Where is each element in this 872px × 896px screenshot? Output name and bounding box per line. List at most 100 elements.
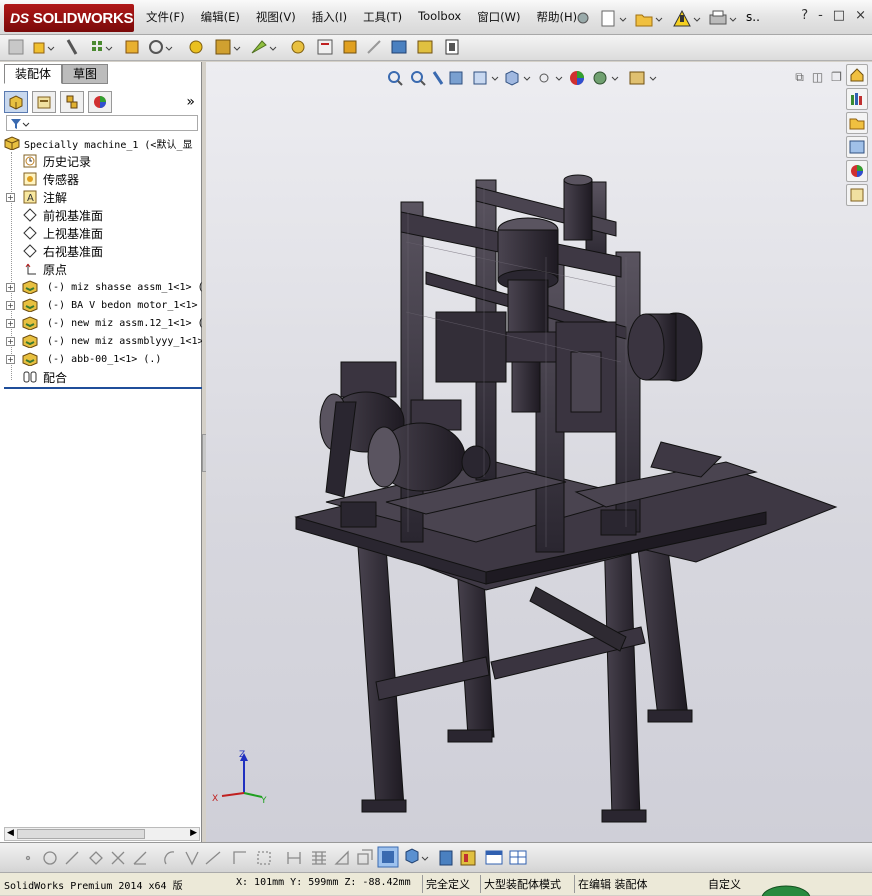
tree-item[interactable]: + (-) new miz assmblyyy_1<1>: [0, 332, 202, 350]
smart-fasteners-icon[interactable]: [125, 40, 139, 54]
view-cube-icon[interactable]: [405, 848, 429, 864]
viewport-four-icon[interactable]: [509, 850, 527, 865]
viewport-single-icon[interactable]: [485, 850, 503, 865]
polygon-icon[interactable]: [89, 851, 103, 865]
new-document-icon[interactable]: [601, 10, 627, 27]
point-icon[interactable]: [25, 855, 31, 861]
feature-manager-tree-icon[interactable]: [4, 91, 28, 113]
clearance-verification-icon[interactable]: [417, 40, 433, 54]
move-component-icon[interactable]: [149, 40, 173, 54]
tree-item[interactable]: + A 注解: [0, 188, 202, 206]
menu-edit[interactable]: 编辑(E): [201, 9, 240, 25]
trim-icon[interactable]: [111, 851, 125, 865]
status-custom[interactable]: 自定义: [708, 876, 741, 892]
instant3d-icon[interactable]: [445, 39, 459, 55]
explode-line-sketch-icon[interactable]: [367, 40, 381, 54]
construction-line-icon[interactable]: [205, 851, 221, 865]
menu-toolbox[interactable]: Toolbox: [418, 9, 461, 25]
show-hidden-icon[interactable]: [189, 40, 203, 54]
assembly-features-icon[interactable]: [215, 39, 241, 55]
configuration-manager-icon[interactable]: [60, 91, 84, 113]
scrollbar-thumb[interactable]: [17, 829, 145, 839]
tree-item[interactable]: 上视基准面: [0, 224, 202, 242]
scroll-right-icon[interactable]: ▶: [190, 828, 197, 838]
linear-pattern-icon[interactable]: [92, 41, 113, 51]
tree-item[interactable]: + (-) miz shasse assm_1<1> (: [0, 278, 202, 296]
scroll-left-icon[interactable]: ◀: [7, 828, 14, 838]
component-preview-icon[interactable]: [460, 850, 476, 866]
display-manager-icon[interactable]: [88, 91, 112, 113]
tree-item[interactable]: 传感器: [0, 170, 202, 188]
view-palette-icon[interactable]: [846, 136, 868, 158]
appearances-scenes-icon[interactable]: [846, 160, 868, 182]
reference-geometry-icon[interactable]: [251, 40, 277, 54]
solidworks-resources-icon[interactable]: [846, 64, 868, 86]
relation-icon[interactable]: [334, 850, 349, 865]
interference-detection-icon[interactable]: [391, 40, 407, 54]
line-icon[interactable]: [65, 851, 79, 865]
tree-item[interactable]: 原点: [0, 260, 202, 278]
horizontal-scrollbar[interactable]: ◀ ▶: [4, 827, 200, 841]
tree-item[interactable]: 配合: [0, 368, 202, 386]
solidworks-logo[interactable]: DS SOLIDWORKS: [4, 4, 134, 32]
rebuild-warning-icon[interactable]: [673, 9, 701, 27]
mate-icon[interactable]: [66, 39, 78, 55]
large-assembly-icon[interactable]: [439, 850, 453, 866]
open-folder-icon[interactable]: [635, 14, 663, 27]
menu-window[interactable]: 窗口(W): [477, 9, 520, 25]
rollback-bar[interactable]: [4, 387, 202, 389]
expand-tabs-icon[interactable]: »: [186, 94, 195, 110]
help-icon[interactable]: ?: [801, 8, 808, 23]
design-library-icon[interactable]: [846, 88, 868, 110]
bill-of-materials-icon[interactable]: [317, 39, 333, 55]
tree-item-label: 注解: [43, 190, 68, 205]
offset-icon[interactable]: [185, 851, 199, 866]
insert-component-icon[interactable]: [33, 42, 55, 54]
expand-toggle-icon[interactable]: +: [6, 282, 15, 292]
arc-icon[interactable]: [164, 851, 175, 865]
property-manager-icon[interactable]: [32, 91, 56, 113]
tree-filter-input[interactable]: [6, 115, 198, 131]
menu-tools[interactable]: 工具(T): [363, 9, 402, 25]
grid-icon[interactable]: [312, 851, 326, 865]
expand-toggle-icon[interactable]: +: [6, 300, 15, 310]
angle-icon[interactable]: [133, 851, 147, 865]
menu-file[interactable]: 文件(F): [146, 9, 185, 25]
graphics-area[interactable]: ⧉ ◫ ❐ ✕: [206, 62, 872, 842]
menu-view[interactable]: 视图(V): [256, 9, 296, 25]
tree-item[interactable]: + (-) new miz assm.12_1<1> (: [0, 314, 202, 332]
tree-item[interactable]: + (-) abb-00_1<1> (.): [0, 350, 202, 368]
pin-icon[interactable]: [577, 12, 589, 24]
corner-rectangle-icon[interactable]: [233, 851, 246, 864]
tab-sketch[interactable]: 草图: [62, 64, 109, 84]
tab-assembly[interactable]: 装配体: [4, 64, 63, 84]
custom-properties-icon[interactable]: [846, 184, 868, 206]
close-button[interactable]: ×: [855, 8, 866, 23]
tree-item[interactable]: 右视基准面: [0, 242, 202, 260]
tree-item[interactable]: + (-) BA V bedon motor_1<1>: [0, 296, 202, 314]
expand-toggle-icon[interactable]: +: [6, 192, 15, 202]
maximize-button[interactable]: □: [833, 8, 845, 23]
ds-logo-text: DS: [10, 10, 29, 26]
center-rectangle-icon[interactable]: [257, 851, 271, 865]
menu-help[interactable]: 帮助(H): [537, 9, 578, 25]
exploded-view-icon[interactable]: [343, 40, 357, 54]
tree-item[interactable]: 前视基准面: [0, 206, 202, 224]
circle-icon[interactable]: [43, 851, 57, 865]
minimize-button[interactable]: -: [818, 8, 823, 23]
dimension-icon[interactable]: [287, 852, 301, 864]
3d-sketch-icon[interactable]: [357, 849, 373, 865]
tree-root-assembly[interactable]: Specially machine_1 (<默认_显: [0, 134, 202, 152]
new-motion-study-icon[interactable]: [291, 40, 305, 54]
expand-toggle-icon[interactable]: +: [6, 318, 15, 328]
expand-toggle-icon[interactable]: +: [6, 354, 15, 364]
expand-toggle-icon[interactable]: +: [6, 336, 15, 346]
status-large-assembly-mode[interactable]: 大型装配体模式: [484, 876, 561, 892]
file-explorer-icon[interactable]: [846, 112, 868, 134]
tree-item[interactable]: 历史记录: [0, 152, 202, 170]
menu-insert[interactable]: 插入(I): [312, 9, 347, 25]
logo-text: SOLIDWORKS: [32, 9, 134, 27]
print-icon[interactable]: [709, 10, 737, 25]
edit-component-icon[interactable]: [8, 39, 24, 55]
machine-3d-model[interactable]: [206, 62, 872, 842]
